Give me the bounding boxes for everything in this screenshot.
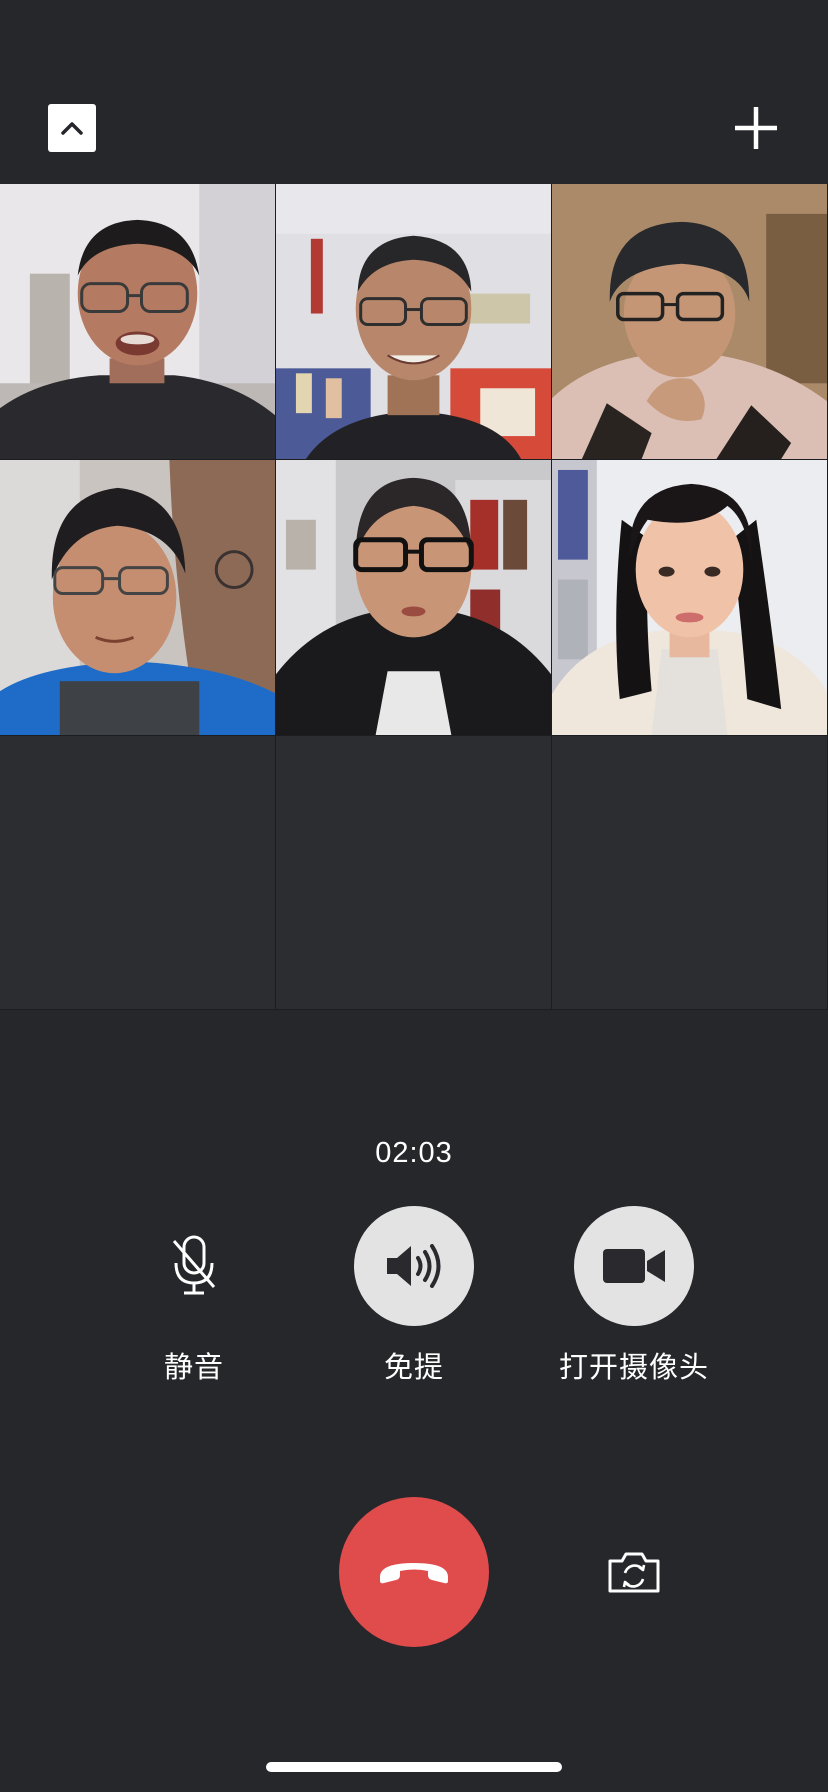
camera-flip-icon	[608, 1552, 660, 1593]
participant-video-feed	[276, 460, 551, 735]
call-duration: 02:03	[375, 1137, 453, 1169]
participant-video-tile[interactable]	[552, 460, 828, 736]
participant-video-tile[interactable]	[276, 460, 552, 736]
mute-label: 静音	[163, 1350, 224, 1384]
hangup-button[interactable]	[339, 1497, 489, 1647]
participant-video-feed	[552, 184, 827, 459]
camera-label: 打开摄像头	[558, 1350, 709, 1384]
participant-video-feed	[552, 460, 827, 735]
home-indicator[interactable]	[266, 1762, 562, 1772]
participant-video-tile[interactable]	[0, 460, 276, 736]
empty-participant-slot	[0, 736, 276, 1010]
participant-video-tile[interactable]	[0, 184, 276, 460]
empty-participant-slot	[276, 736, 552, 1010]
collapse-button[interactable]	[48, 104, 96, 152]
participant-video-feed	[0, 184, 275, 459]
participant-video-feed	[276, 184, 551, 459]
participant-video-feed	[0, 460, 275, 735]
empty-participant-slot	[552, 736, 828, 1010]
mute-circle	[134, 1206, 254, 1326]
participant-grid	[0, 184, 828, 1010]
mute-button[interactable]: 静音	[84, 1206, 304, 1386]
speaker-label: 免提	[383, 1350, 444, 1384]
participant-video-tile[interactable]	[276, 184, 552, 460]
chevron-up-icon	[61, 122, 83, 135]
top-bar	[0, 0, 828, 184]
plus-icon	[735, 107, 777, 149]
speaker-circle	[354, 1206, 474, 1326]
camera-circle	[574, 1206, 694, 1326]
camera-toggle-button[interactable]: 打开摄像头	[524, 1206, 744, 1386]
flip-camera-button[interactable]	[604, 1546, 664, 1598]
participant-video-tile[interactable]	[552, 184, 828, 460]
speaker-button[interactable]: 免提	[304, 1206, 524, 1386]
speaker-icon	[387, 1244, 441, 1288]
video-camera-icon	[603, 1249, 665, 1283]
video-call-screen: 02:03 静音 免提 打开摄像头	[0, 0, 828, 1792]
add-participant-button[interactable]	[730, 102, 782, 154]
microphone-off-icon	[172, 1235, 216, 1295]
phone-hangup-icon	[380, 1563, 448, 1584]
